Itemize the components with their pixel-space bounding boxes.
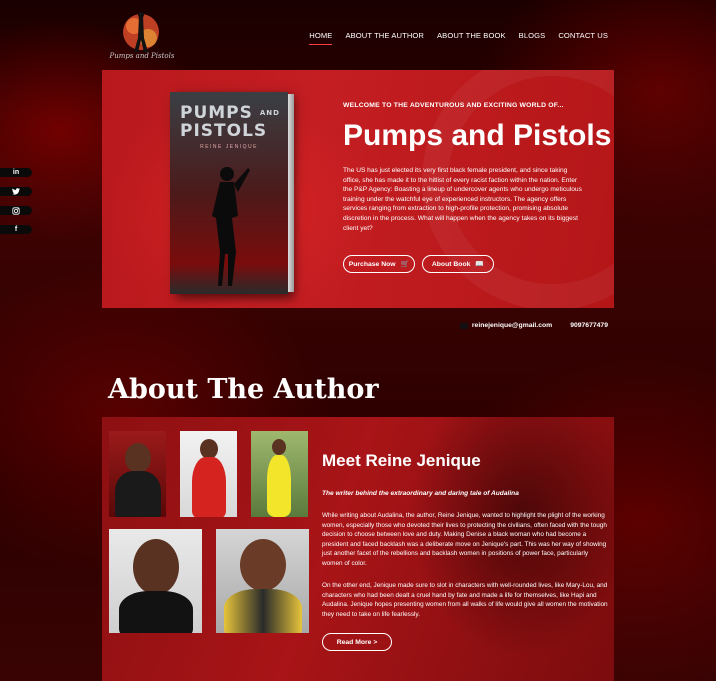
author-photo-1 bbox=[109, 431, 166, 517]
woman-silhouette-icon bbox=[212, 167, 250, 286]
phone-contact[interactable]: 9097677479 bbox=[570, 322, 608, 329]
about-book-button[interactable]: About Book 📖 bbox=[422, 255, 494, 273]
linkedin-icon[interactable]: in bbox=[0, 168, 32, 177]
book-title-line1: PUMPS bbox=[180, 103, 253, 123]
author-photo-2 bbox=[180, 431, 237, 517]
book-cover-author: REINE JENIQUE bbox=[200, 144, 258, 150]
about-author-heading: About The Author bbox=[108, 374, 379, 405]
author-paragraph-1: While writing about Audalina, the author… bbox=[322, 512, 607, 567]
nav-home[interactable]: HOME bbox=[309, 31, 333, 45]
hero-banner: PUMPS AND PISTOLS REINE JENIQUE WELCOME … bbox=[102, 70, 614, 308]
nav-blogs[interactable]: BLOGS bbox=[519, 31, 546, 45]
hero-title: Pumps and Pistols bbox=[343, 119, 612, 152]
twitter-icon[interactable] bbox=[0, 187, 32, 196]
site-header: Pumps and Pistols HOME ABOUT THE AUTHOR … bbox=[0, 0, 716, 70]
email-contact[interactable]: reinejenique@gmail.com bbox=[459, 322, 553, 329]
author-name: Meet Reine Jenique bbox=[322, 451, 481, 470]
book-icon: 📖 bbox=[475, 261, 485, 268]
book-cover: PUMPS AND PISTOLS REINE JENIQUE bbox=[170, 92, 294, 294]
mail-icon bbox=[459, 322, 468, 329]
nav-about-book[interactable]: ABOUT THE BOOK bbox=[437, 31, 506, 45]
purchase-now-button[interactable]: Purchase Now 🛒 bbox=[343, 255, 415, 273]
purchase-now-label: Purchase Now bbox=[348, 260, 396, 268]
book-title-and: AND bbox=[259, 109, 280, 117]
author-tagline: The writer behind the extraordinary and … bbox=[322, 490, 519, 497]
cart-icon: 🛒 bbox=[400, 261, 410, 268]
book-cover-title: PUMPS AND PISTOLS bbox=[180, 104, 280, 140]
book-title-line2: PISTOLS bbox=[180, 121, 268, 141]
hero-buttons: Purchase Now 🛒 About Book 📖 bbox=[343, 255, 494, 273]
nav-contact[interactable]: CONTACT US bbox=[558, 31, 608, 45]
about-book-label: About Book bbox=[431, 260, 471, 268]
author-section: Meet Reine Jenique The writer behind the… bbox=[102, 417, 614, 681]
email-text: reinejenique@gmail.com bbox=[471, 322, 553, 329]
social-links: in f bbox=[0, 168, 32, 234]
instagram-icon[interactable] bbox=[0, 206, 32, 215]
author-photo-4 bbox=[109, 529, 202, 633]
author-photo-3 bbox=[251, 431, 308, 517]
book-spine bbox=[288, 94, 294, 292]
author-paragraph-2: On the other end, Jenique made sure to s… bbox=[322, 582, 608, 618]
nav-about-author[interactable]: ABOUT THE AUTHOR bbox=[345, 31, 424, 45]
read-more-button[interactable]: Read More > bbox=[322, 633, 392, 651]
logo-text: Pumps and Pistols bbox=[109, 52, 175, 60]
facebook-icon[interactable]: f bbox=[0, 225, 32, 234]
hero-description: The US has just elected its very first b… bbox=[343, 167, 582, 232]
contact-strip: reinejenique@gmail.com 9097677479 bbox=[459, 322, 608, 329]
author-photo-5 bbox=[216, 529, 309, 633]
hero-eyebrow: WELCOME TO THE ADVENTUROUS AND EXCITING … bbox=[343, 102, 564, 109]
main-nav: HOME ABOUT THE AUTHOR ABOUT THE BOOK BLO… bbox=[309, 31, 608, 45]
phone-text: 9097677479 bbox=[570, 322, 608, 329]
